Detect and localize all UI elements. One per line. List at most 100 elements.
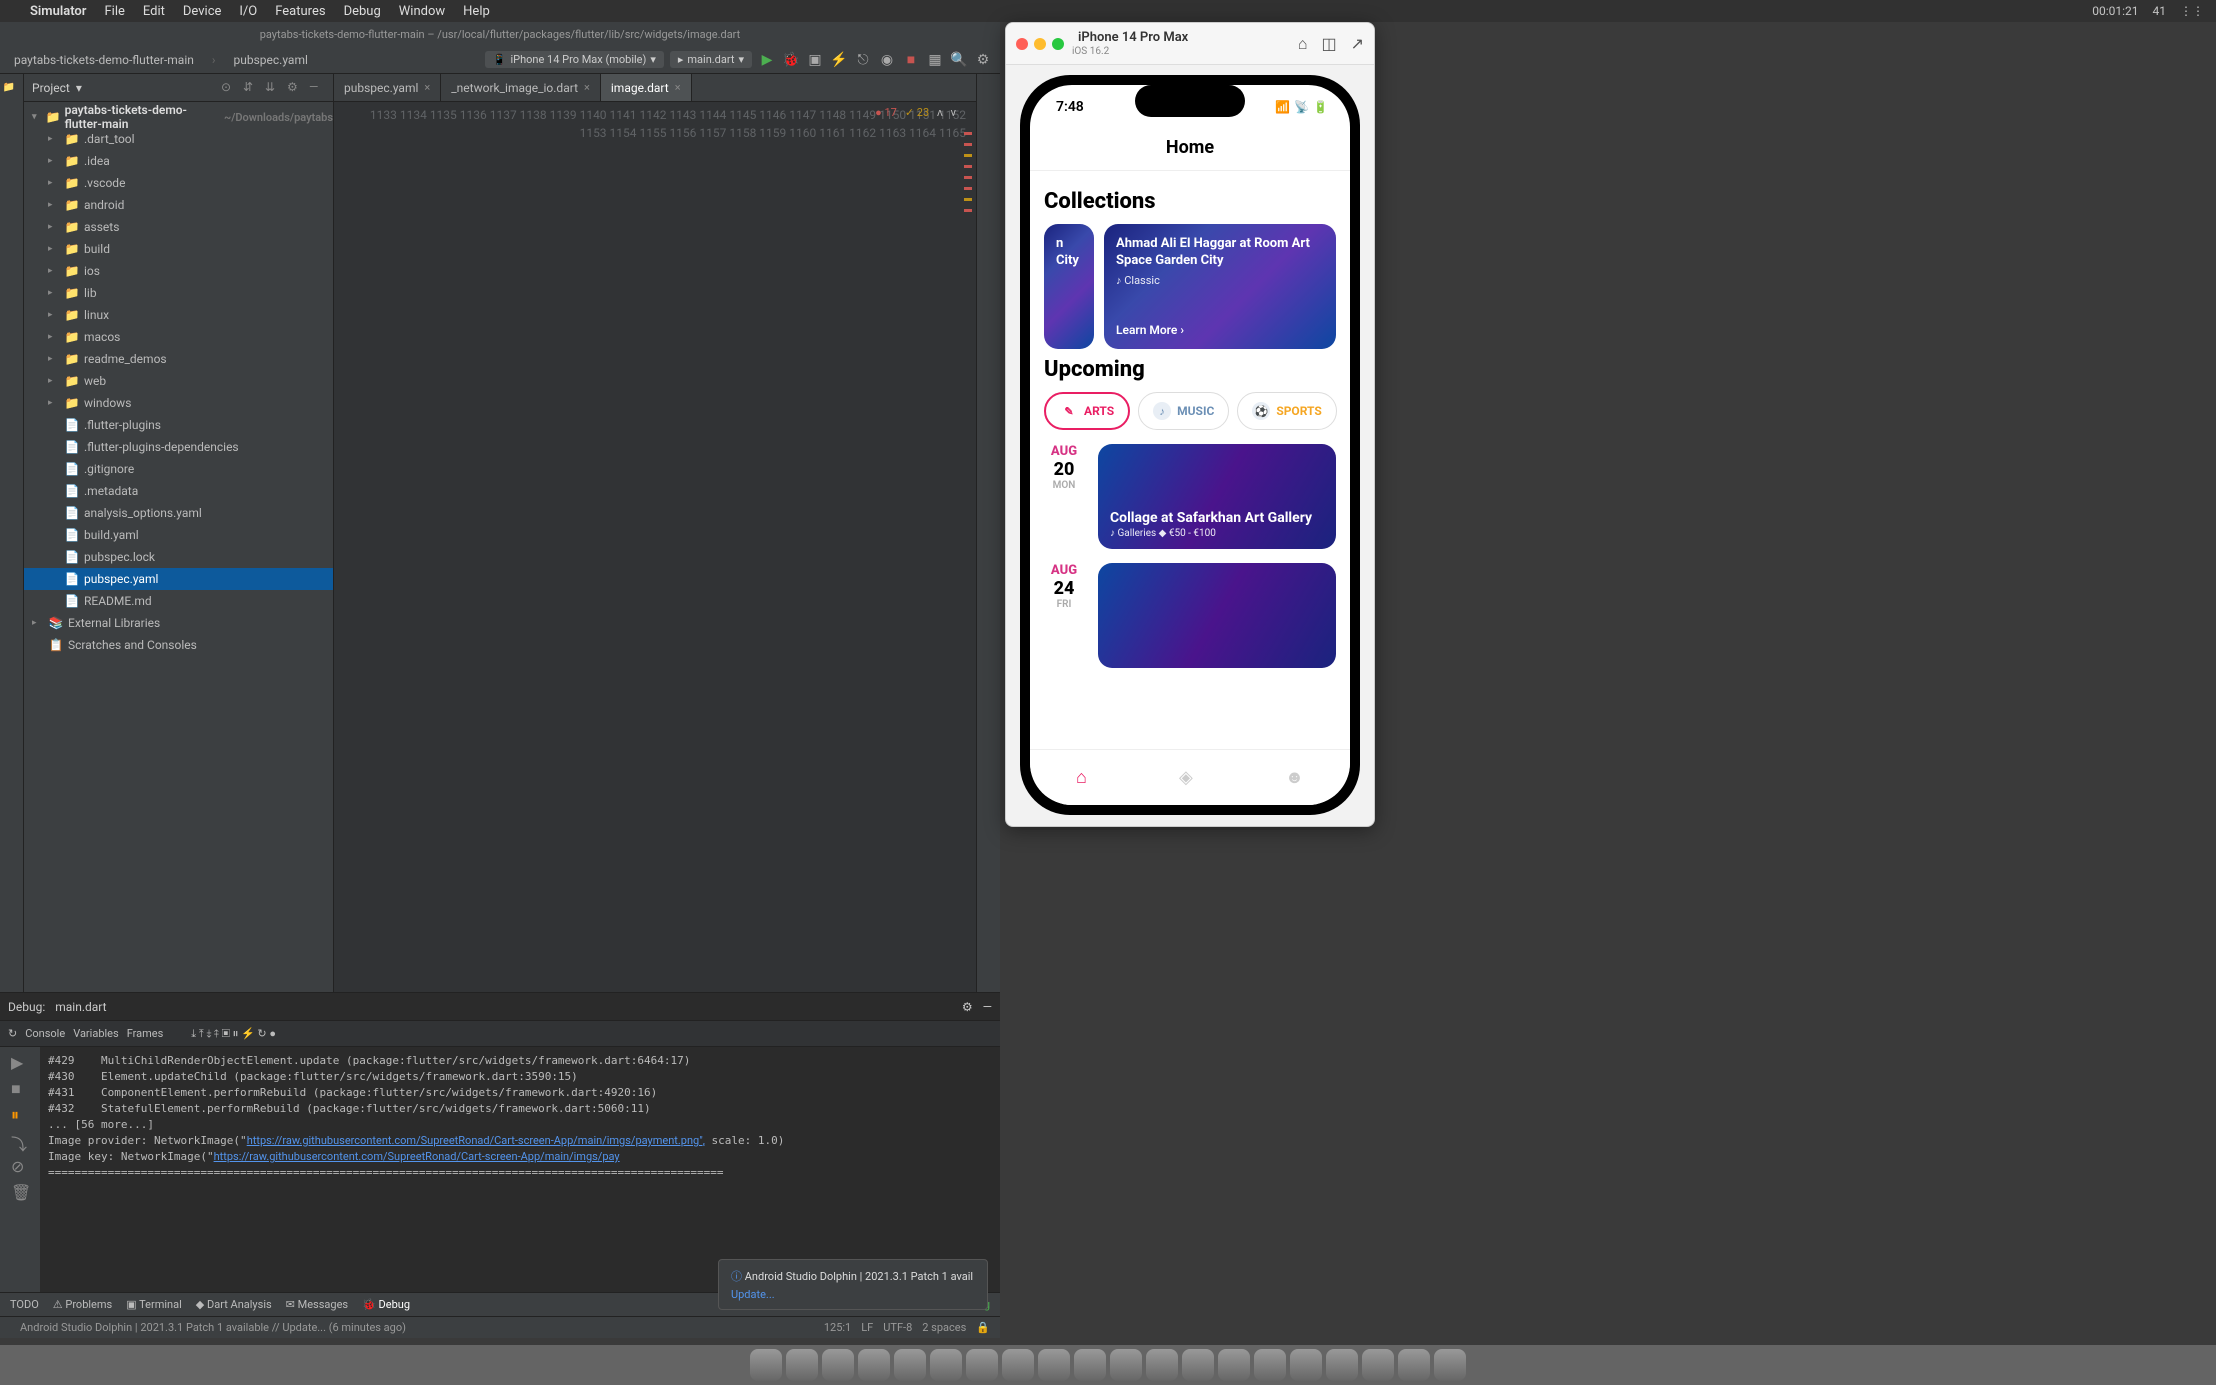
chip-music[interactable]: ♪MUSIC <box>1138 392 1229 430</box>
rerun-icon[interactable]: ▶ <box>11 1053 29 1071</box>
code-editor[interactable]: 1133 1134 1135 1136 1137 1138 1139 1140 … <box>334 102 976 992</box>
tree-item-readme_demos[interactable]: ▸📁readme_demos <box>24 348 333 370</box>
debug-settings-icon[interactable]: ⚙ <box>962 1000 973 1014</box>
tree-item-pubspec.lock[interactable]: 📄pubspec.lock <box>24 546 333 568</box>
messages-tab[interactable]: ✉ Messages <box>286 1298 348 1311</box>
tree-item-build[interactable]: ▸📁build <box>24 238 333 260</box>
mute-bp-icon[interactable]: ⊘ <box>11 1157 29 1175</box>
terminal-tab[interactable]: ▣ Terminal <box>126 1298 182 1311</box>
event-row-1[interactable]: AUG 24 FRI <box>1044 563 1336 668</box>
settings-button[interactable]: ⚙ <box>974 51 992 69</box>
screenshot-icon[interactable]: ◫ <box>1321 34 1336 54</box>
tree-item-.flutter-plugins[interactable]: 📄.flutter-plugins <box>24 414 333 436</box>
debug-console-tab[interactable]: Console <box>25 1027 65 1040</box>
tree-item-lib[interactable]: ▸📁lib <box>24 282 333 304</box>
caret-position[interactable]: 125:1 <box>824 1321 851 1334</box>
minimize-button[interactable] <box>1034 38 1046 50</box>
debug-frames-tab[interactable]: Frames <box>127 1027 164 1040</box>
tree-item-ios[interactable]: ▸📁ios <box>24 260 333 282</box>
tree-item-build.yaml[interactable]: 📄build.yaml <box>24 524 333 546</box>
event-row-0[interactable]: AUG 20 MON Collage at Safarkhan Art Gall… <box>1044 444 1336 549</box>
expand-icon[interactable]: ⇵ <box>243 80 259 96</box>
tree-item-.metadata[interactable]: 📄.metadata <box>24 480 333 502</box>
tab-pubspec[interactable]: pubspec.yaml× <box>334 74 441 101</box>
tab-profile-icon[interactable]: ☻ <box>1285 767 1304 788</box>
tree-item-README.md[interactable]: 📄README.md <box>24 590 333 612</box>
pause-icon[interactable]: ⏸ <box>11 1105 29 1123</box>
menu-device[interactable]: Device <box>183 4 222 19</box>
debug-hide-icon[interactable]: — <box>983 1000 992 1014</box>
collection-card[interactable]: Ahmad Ali El Haggar at Room Art Space Ga… <box>1104 224 1336 349</box>
tree-item-android[interactable]: ▸📁android <box>24 194 333 216</box>
tab-home-icon[interactable]: ⌂ <box>1076 767 1087 788</box>
menu-help[interactable]: Help <box>463 4 490 19</box>
status-message[interactable]: Android Studio Dolphin | 2021.3.1 Patch … <box>20 1321 406 1334</box>
chip-arts[interactable]: ✎ARTS <box>1044 392 1130 430</box>
coverage-button[interactable]: ▣ <box>806 51 824 69</box>
tree-item-analysis_options.yaml[interactable]: 📄analysis_options.yaml <box>24 502 333 524</box>
profile-button[interactable]: ◉ <box>878 51 896 69</box>
todo-tab[interactable]: TODO <box>10 1298 39 1311</box>
tree-item-.gitignore[interactable]: 📄.gitignore <box>24 458 333 480</box>
problems-tab[interactable]: ⚠ Problems <box>53 1298 112 1311</box>
tab-image-dart[interactable]: image.dart× <box>601 74 692 101</box>
tree-item-assets[interactable]: ▸📁assets <box>24 216 333 238</box>
collapse-icon[interactable]: ⇊ <box>265 80 281 96</box>
close-button[interactable] <box>1016 38 1028 50</box>
wifi-icon[interactable]: ⋮⋮ <box>2180 4 2204 18</box>
layout-button[interactable]: ▦ <box>926 51 944 69</box>
hide-icon[interactable]: — <box>309 80 325 96</box>
attach-button[interactable]: ⎋ <box>854 51 872 69</box>
tree-item-macos[interactable]: ▸📁macos <box>24 326 333 348</box>
stop-button[interactable]: ■ <box>902 51 920 69</box>
tree-item-linux[interactable]: ▸📁linux <box>24 304 333 326</box>
breadcrumb-file[interactable]: pubspec.yaml <box>228 51 314 69</box>
project-tool-button[interactable]: 📁 <box>4 80 20 96</box>
menu-window[interactable]: Window <box>399 4 445 19</box>
tree-item-.idea[interactable]: ▸📁.idea <box>24 150 333 172</box>
event-card-0[interactable]: Collage at Safarkhan Art Gallery ♪ Galle… <box>1098 444 1336 549</box>
lock-icon[interactable]: 🔒 <box>976 1321 990 1334</box>
tree-item-pubspec.yaml[interactable]: 📄pubspec.yaml <box>24 568 333 590</box>
stop-debug-icon[interactable]: ■ <box>11 1079 29 1097</box>
debug-variables-tab[interactable]: Variables <box>73 1027 119 1040</box>
inspection-widget[interactable]: ● 17 ✓ 23 ʌv <box>875 106 956 119</box>
event-card-1[interactable] <box>1098 563 1336 668</box>
macos-dock[interactable] <box>0 1345 2216 1385</box>
menu-file[interactable]: File <box>104 4 124 19</box>
collection-card-peek[interactable]: n City <box>1044 224 1094 349</box>
locate-icon[interactable]: ⊙ <box>221 80 237 96</box>
tree-item-web[interactable]: ▸📁web <box>24 370 333 392</box>
menubar-app[interactable]: Simulator <box>30 4 86 19</box>
update-notification[interactable]: ⓘ Android Studio Dolphin | 2021.3.1 Patc… <box>718 1259 988 1310</box>
trash-icon[interactable]: 🗑 <box>11 1183 29 1201</box>
debug-console[interactable]: #429 MultiChildRenderObjectElement.updat… <box>40 1047 1000 1292</box>
tree-item-.dart_tool[interactable]: ▸📁.dart_tool <box>24 128 333 150</box>
dock-app[interactable] <box>750 1349 782 1381</box>
step-icon[interactable]: ⤵ <box>11 1131 29 1149</box>
tree-item-.vscode[interactable]: ▸📁.vscode <box>24 172 333 194</box>
zoom-button[interactable] <box>1052 38 1064 50</box>
search-button[interactable]: 🔍 <box>950 51 968 69</box>
menu-features[interactable]: Features <box>275 4 325 19</box>
run-button[interactable]: ▶ <box>758 51 776 69</box>
tree-item-.flutter-plugins-dependencies[interactable]: 📄.flutter-plugins-dependencies <box>24 436 333 458</box>
breadcrumb-root[interactable]: paytabs-tickets-demo-flutter-main <box>8 51 200 69</box>
project-tree[interactable]: ▾📁paytabs-tickets-demo-flutter-main~/Dow… <box>24 102 333 992</box>
dart-analysis-tab[interactable]: ◆ Dart Analysis <box>196 1298 272 1311</box>
hot-reload-button[interactable]: ⚡ <box>830 51 848 69</box>
debug-restart-icon[interactable]: ↻ <box>8 1027 17 1040</box>
tab-network-image[interactable]: _network_image_io.dart× <box>441 74 601 101</box>
collections-carousel[interactable]: n City Ahmad Ali El Haggar at Room Art S… <box>1044 224 1336 349</box>
run-config-selector[interactable]: ▸ main.dart ▾ <box>670 51 752 68</box>
menu-io[interactable]: I/O <box>239 4 257 19</box>
debug-tab[interactable]: 🐞 Debug <box>362 1298 410 1311</box>
rotate-icon[interactable]: ↗ <box>1351 34 1364 54</box>
tree-item-windows[interactable]: ▸📁windows <box>24 392 333 414</box>
device-selector[interactable]: 📱 iPhone 14 Pro Max (mobile) ▾ <box>485 51 664 68</box>
learn-more-link[interactable]: Learn More › <box>1116 323 1324 337</box>
phone-screen[interactable]: 7:48 📶📡🔋 Home Collections n City Ahmad A… <box>1030 85 1350 805</box>
home-icon[interactable]: ⌂ <box>1298 34 1308 54</box>
chip-sports[interactable]: ⚽SPORTS <box>1237 392 1336 430</box>
encoding[interactable]: UTF-8 <box>883 1321 912 1334</box>
